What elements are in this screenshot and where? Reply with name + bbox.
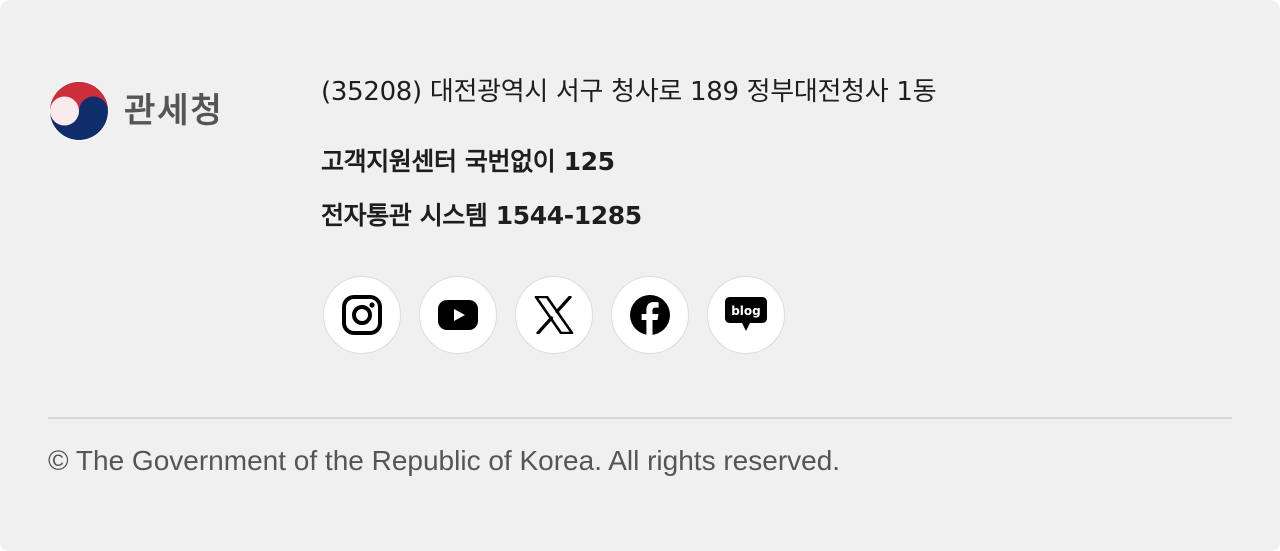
customer-center-phone: 고객지원센터 국번없이 125 [321,147,615,176]
contact-info: (35208) 대전광역시 서구 청사로 189 정부대전청사 1동 고객지원센… [321,74,937,233]
social-link-x[interactable] [515,276,593,354]
site-footer: 관세청 (35208) 대전광역시 서구 청사로 189 정부대전청사 1동 고… [0,0,1280,551]
blog-icon: blog [725,297,767,331]
social-link-youtube[interactable] [419,276,497,354]
instagram-icon [342,295,382,335]
social-link-blog[interactable]: blog [707,276,785,354]
korea-customs-logo[interactable]: 관세청 [48,80,224,142]
footer-divider [48,417,1232,419]
social-link-facebook[interactable] [611,276,689,354]
government-emblem-icon [49,81,109,141]
blog-icon-text: blog [731,304,761,318]
social-links: blog [323,276,785,354]
address-text: (35208) 대전광역시 서구 청사로 189 정부대전청사 1동 [321,77,937,107]
x-icon [534,296,574,334]
youtube-icon [438,300,478,330]
electronic-customs-phone: 전자통관 시스템 1544-1285 [321,201,642,230]
facebook-icon [630,295,670,335]
logo-text: 관세청 [124,91,224,131]
social-link-instagram[interactable] [323,276,401,354]
copyright-text: © The Government of the Republic of Kore… [48,445,841,476]
